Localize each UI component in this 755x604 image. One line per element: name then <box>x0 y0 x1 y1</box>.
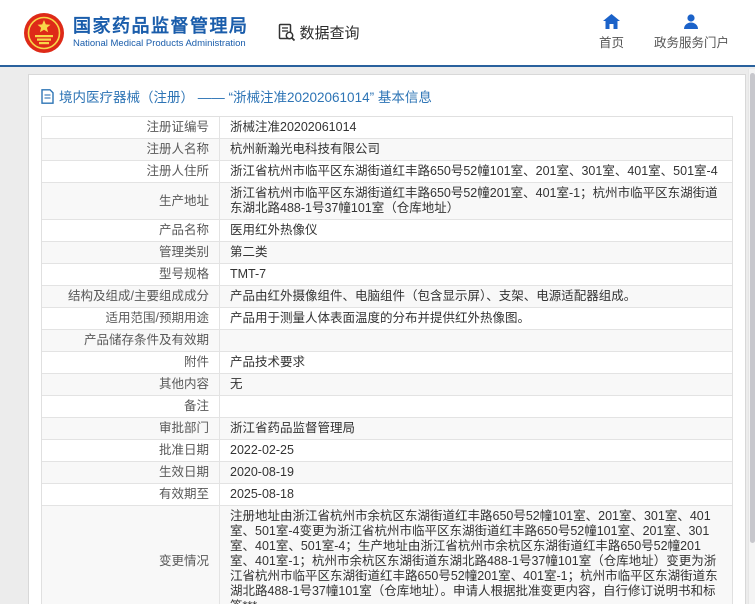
document-icon <box>41 89 54 104</box>
nav-home-label: 首页 <box>599 32 624 51</box>
page-title-text: 境内医疗器械（注册） —— “浙械注准20202061014” 基本信息 <box>59 86 432 106</box>
page-content: 境内医疗器械（注册） —— “浙械注准20202061014” 基本信息 注册证… <box>0 67 755 604</box>
row-value: 医用红外热像仪 <box>220 220 732 242</box>
row-label: 生产地址 <box>42 183 220 220</box>
nav-portal-label: 政务服务门户 <box>654 32 729 51</box>
row-value: 无 <box>220 374 732 396</box>
agency-name-block: 国家药品监督管理局 National Medical Products Admi… <box>73 15 249 50</box>
nav-data-query-label: 数据查询 <box>300 22 360 43</box>
table-row: 注册证编号浙械注准20202061014 <box>42 117 732 139</box>
row-label: 审批部门 <box>42 418 220 440</box>
row-value: TMT-7 <box>220 264 732 286</box>
user-icon <box>683 14 699 29</box>
row-value: 注册地址由浙江省杭州市余杭区东湖街道红丰路650号52幢101室、201室、30… <box>220 506 732 604</box>
document-search-icon <box>277 23 296 42</box>
row-label: 型号规格 <box>42 264 220 286</box>
agency-name-en: National Medical Products Administration <box>73 37 249 50</box>
table-row-change-status: 变更情况注册地址由浙江省杭州市余杭区东湖街道红丰路650号52幢101室、201… <box>42 506 732 604</box>
row-value: 2020-08-19 <box>220 462 732 484</box>
table-row: 生效日期2020-08-19 <box>42 462 732 484</box>
info-panel: 境内医疗器械（注册） —— “浙械注准20202061014” 基本信息 注册证… <box>28 74 746 604</box>
row-label: 变更情况 <box>42 506 220 604</box>
row-value <box>220 396 732 418</box>
row-value: 产品技术要求 <box>220 352 732 374</box>
row-value: 第二类 <box>220 242 732 264</box>
table-row: 生产地址浙江省杭州市临平区东湖街道红丰路650号52幢201室、401室-1；杭… <box>42 183 732 220</box>
row-label: 适用范围/预期用途 <box>42 308 220 330</box>
page-title: 境内医疗器械（注册） —— “浙械注准20202061014” 基本信息 <box>41 75 733 116</box>
table-row: 审批部门浙江省药品监督管理局 <box>42 418 732 440</box>
row-label: 结构及组成/主要组成成分 <box>42 286 220 308</box>
row-value: 产品由红外摄像组件、电脑组件（包含显示屏）、支架、电源适配器组成。 <box>220 286 732 308</box>
nav-portal[interactable]: 政务服务门户 <box>654 14 729 51</box>
site-header: 国家药品监督管理局 National Medical Products Admi… <box>0 0 755 67</box>
scrollbar[interactable] <box>748 69 755 604</box>
nav-data-query[interactable]: 数据查询 <box>277 22 360 43</box>
row-value: 浙江省杭州市临平区东湖街道红丰路650号52幢101室、201室、301室、40… <box>220 161 732 183</box>
row-label: 备注 <box>42 396 220 418</box>
table-row: 其他内容无 <box>42 374 732 396</box>
row-value: 产品用于测量人体表面温度的分布并提供红外热像图。 <box>220 308 732 330</box>
table-row: 适用范围/预期用途产品用于测量人体表面温度的分布并提供红外热像图。 <box>42 308 732 330</box>
row-value: 浙江省杭州市临平区东湖街道红丰路650号52幢201室、401室-1；杭州市临平… <box>220 183 732 220</box>
row-label: 注册人住所 <box>42 161 220 183</box>
row-value: 浙江省药品监督管理局 <box>220 418 732 440</box>
row-value: 2025-08-18 <box>220 484 732 506</box>
table-row: 有效期至2025-08-18 <box>42 484 732 506</box>
scrollbar-thumb[interactable] <box>750 73 755 543</box>
home-icon <box>603 14 620 29</box>
row-value: 杭州新瀚光电科技有限公司 <box>220 139 732 161</box>
table-row: 注册人名称杭州新瀚光电科技有限公司 <box>42 139 732 161</box>
row-label: 管理类别 <box>42 242 220 264</box>
row-label: 生效日期 <box>42 462 220 484</box>
table-row: 结构及组成/主要组成成分产品由红外摄像组件、电脑组件（包含显示屏）、支架、电源适… <box>42 286 732 308</box>
row-label: 产品储存条件及有效期 <box>42 330 220 352</box>
table-row: 备注 <box>42 396 732 418</box>
national-emblem-icon <box>24 13 64 53</box>
agency-name-cn: 国家药品监督管理局 <box>73 15 249 37</box>
table-row: 型号规格TMT-7 <box>42 264 732 286</box>
row-label: 注册证编号 <box>42 117 220 139</box>
row-label: 其他内容 <box>42 374 220 396</box>
row-label: 注册人名称 <box>42 139 220 161</box>
agency-brand[interactable]: 国家药品监督管理局 National Medical Products Admi… <box>24 13 249 53</box>
table-row: 批准日期2022-02-25 <box>42 440 732 462</box>
row-value <box>220 330 732 352</box>
header-nav: 首页 政务服务门户 <box>599 14 729 51</box>
table-row: 管理类别第二类 <box>42 242 732 264</box>
row-label: 批准日期 <box>42 440 220 462</box>
table-row: 产品储存条件及有效期 <box>42 330 732 352</box>
registration-info-table: 注册证编号浙械注准20202061014 注册人名称杭州新瀚光电科技有限公司 注… <box>41 116 733 604</box>
row-label: 产品名称 <box>42 220 220 242</box>
row-label: 有效期至 <box>42 484 220 506</box>
table-row: 附件产品技术要求 <box>42 352 732 374</box>
row-value: 浙械注准20202061014 <box>220 117 732 139</box>
row-label: 附件 <box>42 352 220 374</box>
table-row: 产品名称医用红外热像仪 <box>42 220 732 242</box>
nav-home[interactable]: 首页 <box>599 14 624 51</box>
row-value: 2022-02-25 <box>220 440 732 462</box>
table-row: 注册人住所浙江省杭州市临平区东湖街道红丰路650号52幢101室、201室、30… <box>42 161 732 183</box>
